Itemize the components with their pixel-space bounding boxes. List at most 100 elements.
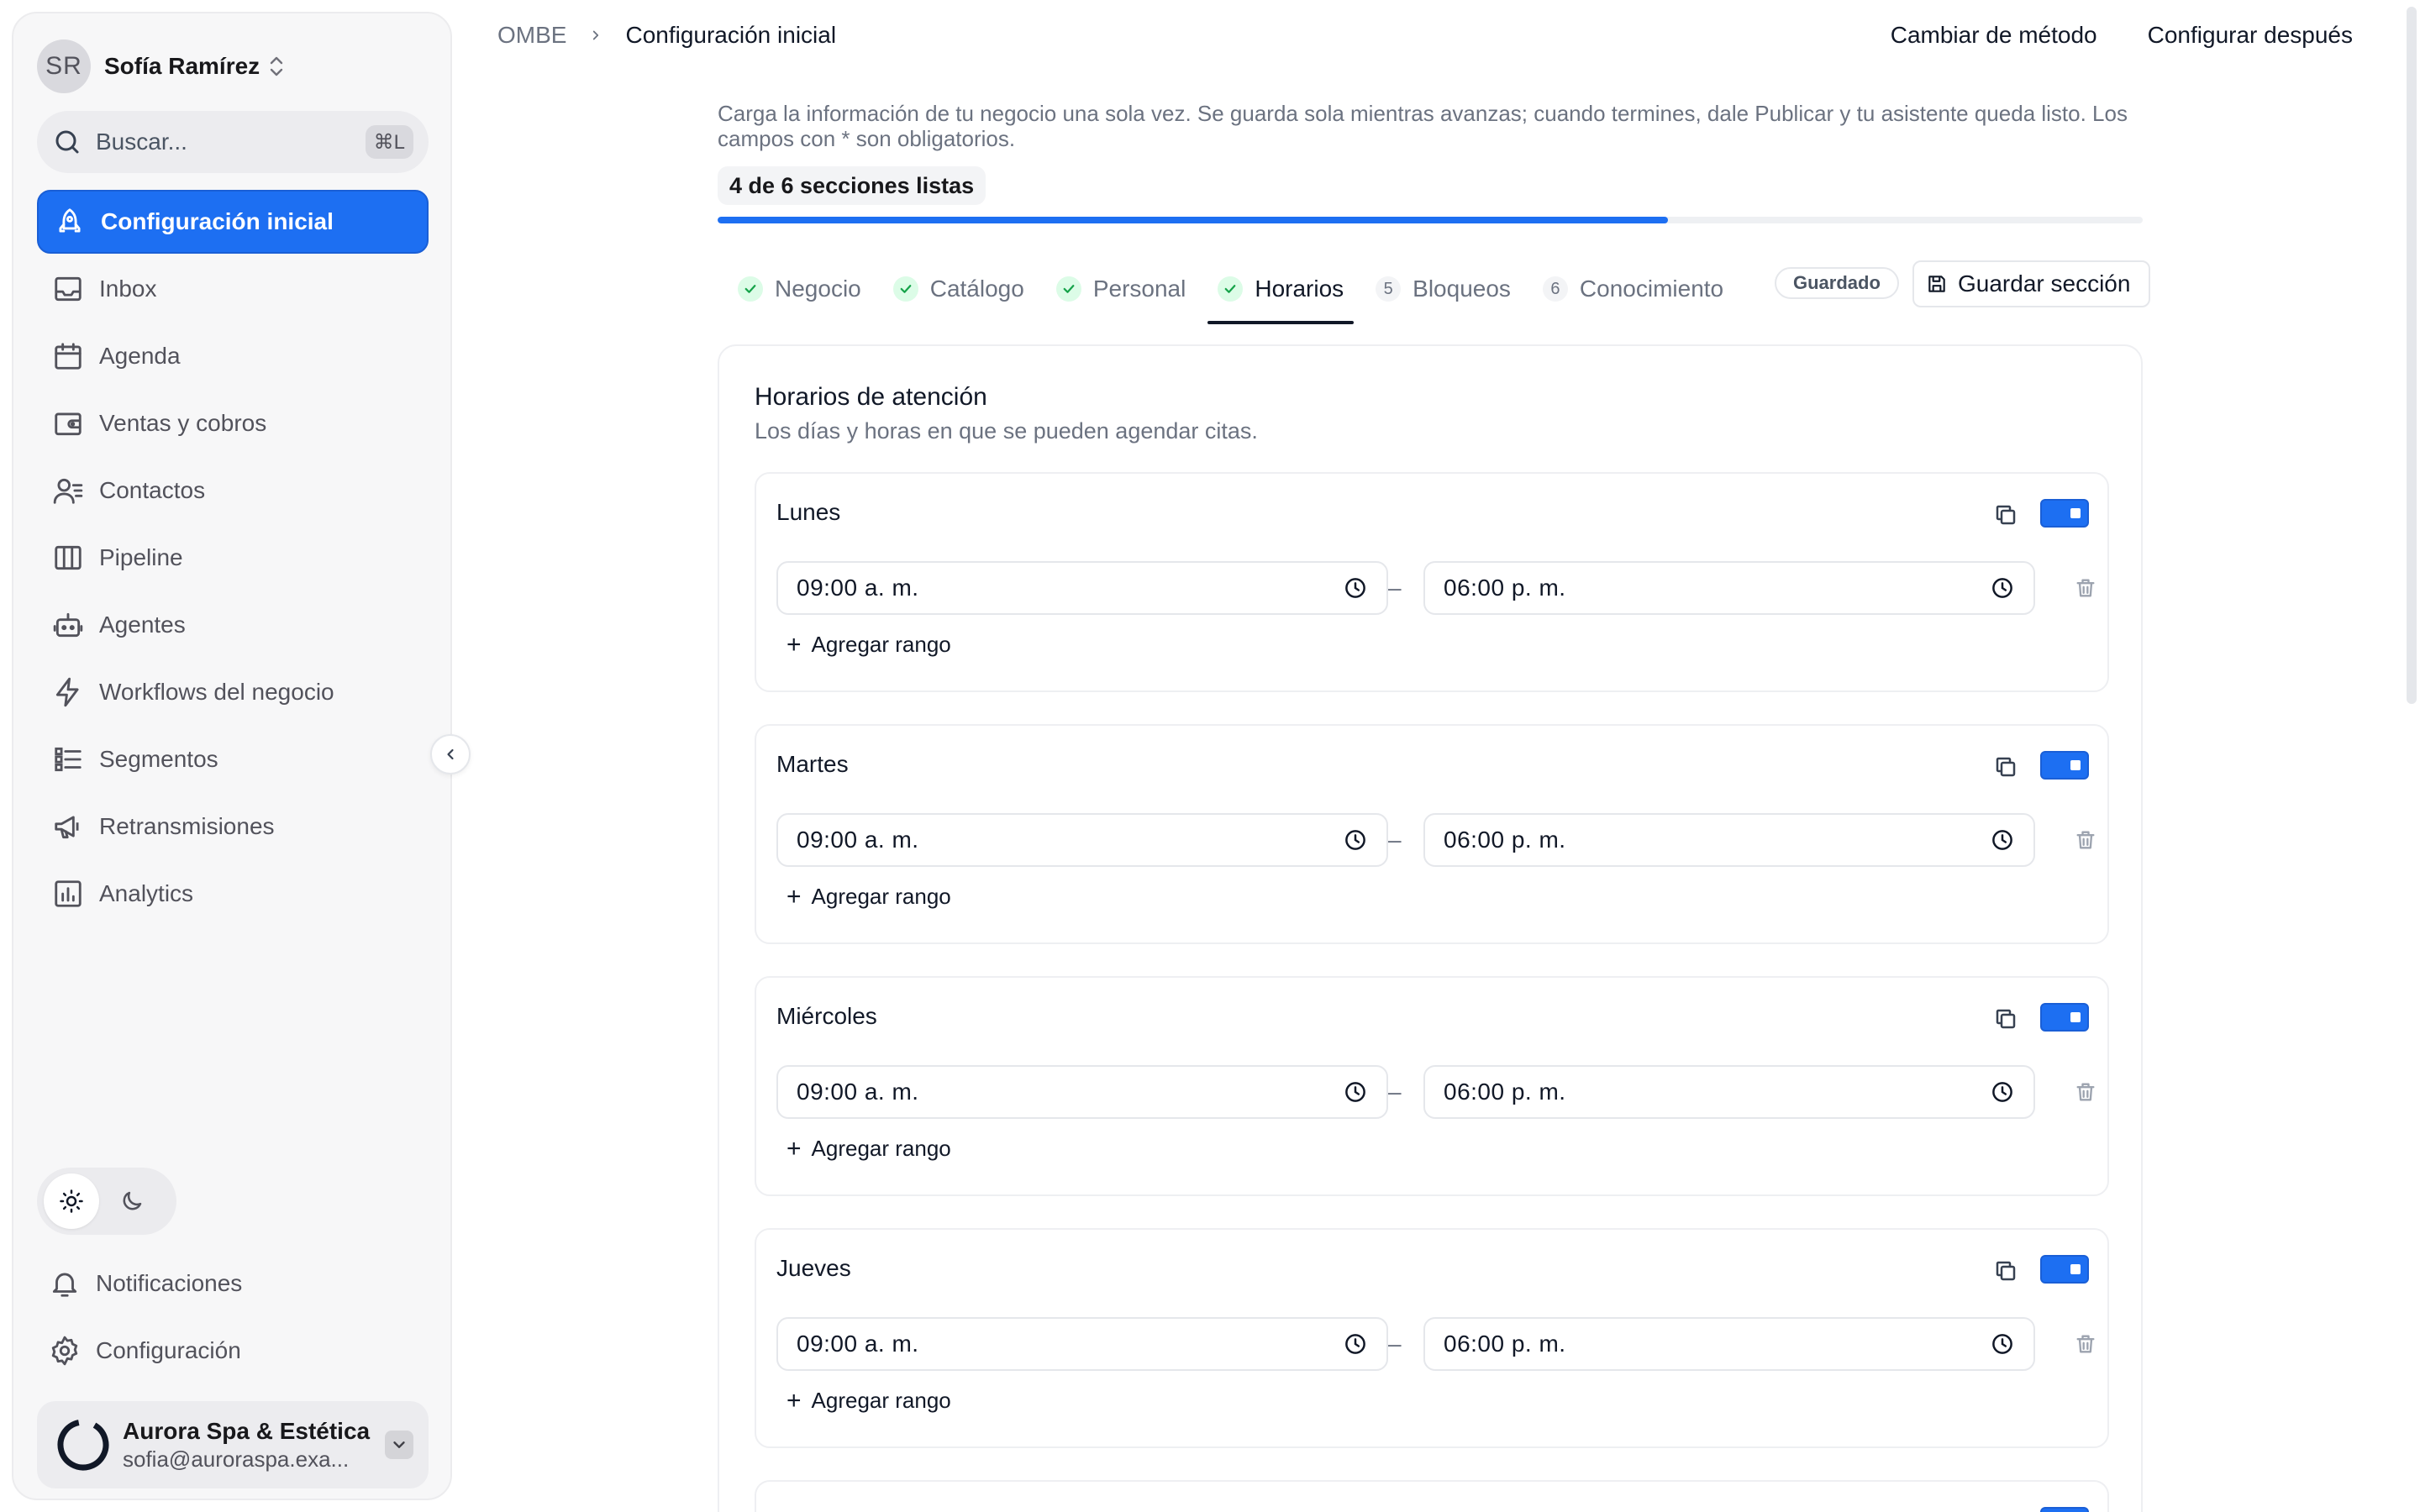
- tab-bloqueos[interactable]: 5 Bloqueos: [1365, 265, 1521, 312]
- clock-icon: [1343, 575, 1368, 601]
- sidebar-item-notificaciones[interactable]: Notificaciones: [37, 1252, 429, 1315]
- day-enabled-toggle[interactable]: [2040, 1507, 2089, 1512]
- add-range-button[interactable]: + Agregar rango: [786, 632, 951, 658]
- section-tabs: Negocio Catálogo Personal Horarios 5 Blo…: [728, 265, 1745, 324]
- user-switcher[interactable]: SR Sofía Ramírez: [37, 37, 285, 96]
- tab-horarios[interactable]: Horarios: [1207, 265, 1354, 324]
- page-scrollbar[interactable]: [2403, 0, 2420, 1512]
- add-range-button[interactable]: + Agregar rango: [786, 1136, 951, 1162]
- copy-icon[interactable]: [1993, 754, 2018, 780]
- progress-bar: [718, 217, 2143, 223]
- copy-icon[interactable]: [1993, 502, 2018, 528]
- account-switcher[interactable]: Aurora Spa & Estética sofia@auroraspa.ex…: [37, 1401, 429, 1488]
- gear-icon: [49, 1335, 81, 1367]
- sidebar-item-workflows[interactable]: Workflows del negocio: [37, 660, 429, 724]
- moon-icon[interactable]: [104, 1173, 160, 1229]
- breadcrumb-root[interactable]: OMBE: [497, 22, 566, 49]
- plus-icon: +: [786, 630, 802, 659]
- day-enabled-toggle[interactable]: [2040, 1003, 2089, 1032]
- tab-label: Horarios: [1255, 276, 1344, 302]
- check-icon: [738, 276, 763, 302]
- sidebar-item-label: Notificaciones: [96, 1270, 243, 1296]
- change-method-button[interactable]: Cambiar de método: [1891, 22, 2097, 49]
- end-time-input[interactable]: 06:00 p. m.: [1423, 813, 2035, 867]
- range-separator: –: [1388, 1079, 1402, 1105]
- trash-icon[interactable]: [2074, 576, 2097, 600]
- sidebar-item-pipeline[interactable]: Pipeline: [37, 526, 429, 590]
- tab-number: 5: [1376, 276, 1402, 302]
- sidebar-item-configuracion-inicial[interactable]: Configuración inicial: [37, 190, 429, 254]
- sidebar-item-ventas-y-cobros[interactable]: Ventas y cobros: [37, 391, 429, 455]
- trash-icon[interactable]: [2074, 828, 2097, 852]
- progress-label: 4 de 6 secciones listas: [718, 166, 986, 205]
- bot-icon: [52, 609, 84, 641]
- save-icon: [1926, 273, 1958, 295]
- rocket-icon: [54, 206, 86, 238]
- start-time-input[interactable]: 09:00 a. m.: [776, 1065, 1388, 1119]
- range-separator: –: [1388, 1331, 1402, 1357]
- sidebar-item-agentes[interactable]: Agentes: [37, 593, 429, 657]
- sidebar-item-segmentos[interactable]: Segmentos: [37, 727, 429, 791]
- theme-toggle[interactable]: [37, 1168, 176, 1235]
- day-enabled-toggle[interactable]: [2040, 1255, 2089, 1284]
- check-icon: [1055, 276, 1081, 302]
- chevron-down-icon[interactable]: [385, 1431, 413, 1459]
- plus-icon: +: [786, 1134, 802, 1163]
- save-section-label: Guardar sección: [1958, 270, 2131, 297]
- sidebar-item-inbox[interactable]: Inbox: [37, 257, 429, 321]
- add-range-button[interactable]: + Agregar rango: [786, 884, 951, 910]
- search-shortcut: ⌘L: [365, 125, 413, 159]
- search-input[interactable]: Buscar... ⌘L: [37, 111, 429, 173]
- sun-icon[interactable]: [44, 1173, 99, 1229]
- sidebar-item-analytics[interactable]: Analytics: [37, 862, 429, 926]
- tab-personal[interactable]: Personal: [1046, 265, 1197, 312]
- sidebar-item-agenda[interactable]: Agenda: [37, 324, 429, 388]
- end-time-input[interactable]: 06:00 p. m.: [1423, 561, 2035, 615]
- add-range-button[interactable]: + Agregar rango: [786, 1388, 951, 1414]
- trash-icon[interactable]: [2074, 1080, 2097, 1104]
- end-time-input[interactable]: 06:00 p. m.: [1423, 1317, 2035, 1371]
- intro-text: Carga la información de tu negocio una s…: [718, 101, 2128, 151]
- tab-number: 6: [1542, 276, 1568, 302]
- start-time-input[interactable]: 09:00 a. m.: [776, 1317, 1388, 1371]
- collapse-sidebar-button[interactable]: [430, 734, 471, 774]
- clock-icon: [1343, 827, 1368, 853]
- search-placeholder: Buscar...: [96, 129, 187, 155]
- configure-later-button[interactable]: Configurar después: [2148, 22, 2353, 49]
- trash-icon[interactable]: [2074, 1332, 2097, 1356]
- day-enabled-toggle[interactable]: [2040, 499, 2089, 528]
- start-time-value: 09:00 a. m.: [797, 1331, 919, 1357]
- aurora-logo-icon: [55, 1417, 111, 1473]
- check-icon: [1218, 276, 1244, 302]
- sidebar: SR Sofía Ramírez Buscar... ⌘L Configurac…: [12, 12, 452, 1500]
- copy-icon[interactable]: [1993, 1258, 2018, 1284]
- save-section-button[interactable]: Guardar sección: [1912, 260, 2151, 307]
- sidebar-item-configuracion[interactable]: Configuración: [37, 1319, 429, 1383]
- account-email: sofia@auroraspa.exa...: [123, 1446, 350, 1472]
- start-time-input[interactable]: 09:00 a. m.: [776, 813, 1388, 867]
- list-icon: [52, 743, 84, 775]
- scrollbar-thumb[interactable]: [2407, 7, 2417, 704]
- start-time-value: 09:00 a. m.: [797, 575, 919, 601]
- tab-conocimiento[interactable]: 6 Conocimiento: [1533, 265, 1733, 312]
- sidebar-item-contactos[interactable]: Contactos: [37, 459, 429, 522]
- megaphone-icon: [52, 811, 84, 843]
- progress-fill: [718, 217, 1668, 223]
- end-time-value: 06:00 p. m.: [1444, 1331, 1566, 1357]
- day-enabled-toggle[interactable]: [2040, 751, 2089, 780]
- end-time-value: 06:00 p. m.: [1444, 827, 1566, 853]
- sidebar-item-retransmisiones[interactable]: Retransmisiones: [37, 795, 429, 858]
- card-subtitle: Los días y horas en que se pueden agenda…: [755, 418, 1258, 444]
- day-block-lunes: Lunes 09:00 a. m. – 06:00 p. m. + Agrega…: [755, 472, 2109, 692]
- day-block-next: [755, 1480, 2109, 1512]
- tab-negocio[interactable]: Negocio: [728, 265, 871, 312]
- sidebar-item-label: Inbox: [99, 276, 157, 302]
- start-time-value: 09:00 a. m.: [797, 1079, 919, 1105]
- tab-label: Conocimiento: [1579, 276, 1724, 302]
- copy-icon[interactable]: [1993, 1006, 2018, 1032]
- range-separator: –: [1388, 827, 1402, 853]
- start-time-input[interactable]: 09:00 a. m.: [776, 561, 1388, 615]
- tab-catalogo[interactable]: Catálogo: [883, 265, 1034, 312]
- end-time-input[interactable]: 06:00 p. m.: [1423, 1065, 2035, 1119]
- add-range-label: Agregar rango: [811, 632, 951, 657]
